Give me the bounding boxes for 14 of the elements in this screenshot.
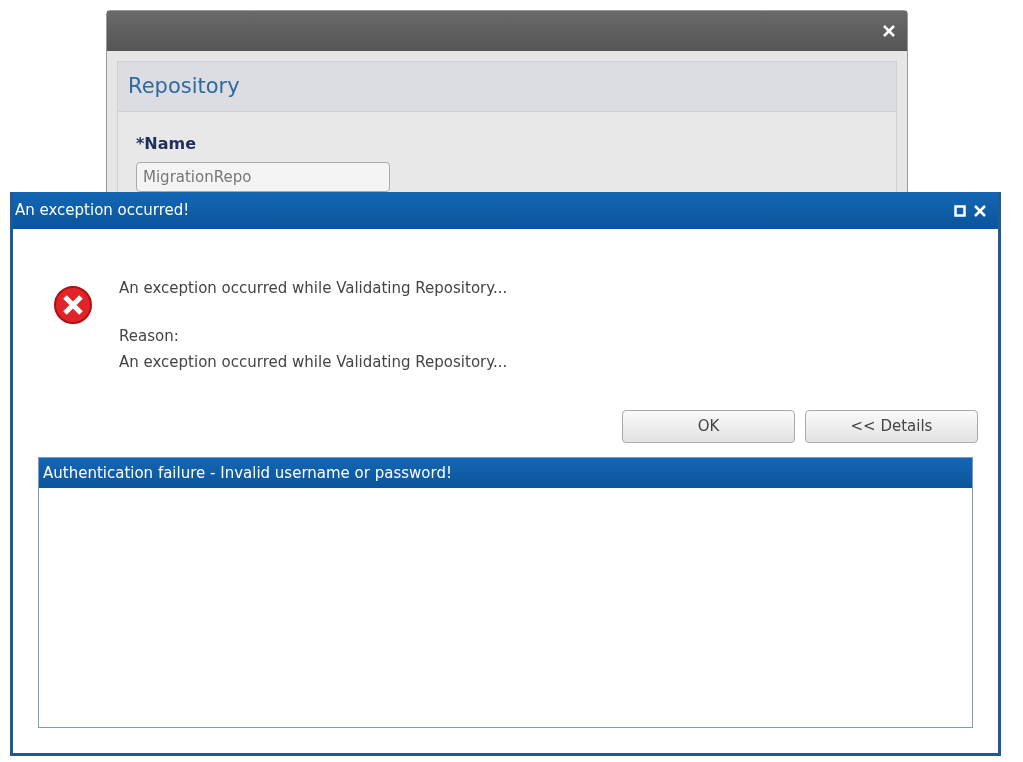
name-field[interactable]: MigrationRepo: [136, 162, 390, 192]
dialog-button[interactable]: OK: [622, 410, 795, 443]
reason-label: Reason:: [119, 326, 180, 347]
panel-header: Repository: [118, 62, 896, 112]
dialog-title: An exception occurred!: [15, 200, 190, 222]
dialog-button[interactable]: << Details: [805, 410, 978, 443]
error-message: An exception occurred while Validating Repository...: [119, 278, 508, 299]
error-icon: [53, 285, 93, 325]
close-icon[interactable]: [974, 204, 986, 217]
field-label: *Name: [136, 133, 198, 155]
maximize-icon[interactable]: [954, 204, 966, 217]
close-icon[interactable]: [883, 25, 895, 37]
reason-text: An exception occurred while Validating Repository...: [119, 352, 508, 373]
details-row[interactable]: Authentication failure - Invalid username or password!: [39, 458, 972, 488]
